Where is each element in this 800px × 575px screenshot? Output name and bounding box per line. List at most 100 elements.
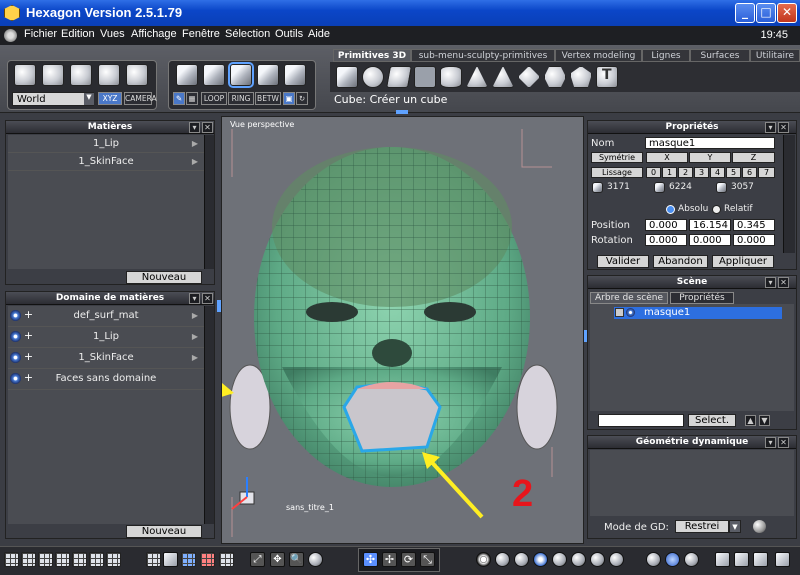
panel-menu-icon[interactable]: ▾ bbox=[765, 437, 776, 448]
list-item[interactable]: + def_surf_mat ▶ bbox=[8, 306, 204, 327]
realtime-render-icon[interactable] bbox=[590, 552, 605, 567]
menu-selection[interactable]: Sélection bbox=[225, 28, 270, 40]
chevron-down-icon[interactable]: ▼ bbox=[729, 520, 741, 533]
plus-icon[interactable]: + bbox=[23, 330, 34, 342]
material-blue-icon[interactable] bbox=[665, 552, 680, 567]
ring-button[interactable]: RING bbox=[228, 92, 254, 105]
object-display-icon[interactable] bbox=[734, 552, 749, 567]
tab-scene-tree[interactable]: Arbre de scène bbox=[590, 292, 668, 304]
arrow-up-icon[interactable]: ▲ bbox=[745, 415, 756, 426]
tab-surfaces[interactable]: Surfaces bbox=[690, 49, 750, 62]
gd-sphere-icon[interactable] bbox=[753, 520, 766, 533]
properties-scrollbar[interactable] bbox=[783, 135, 795, 253]
scale-manipulator-icon[interactable]: ⤡ bbox=[420, 552, 435, 567]
grid-select-icon[interactable]: ▦ bbox=[186, 92, 198, 105]
panel-menu-icon[interactable]: ▾ bbox=[189, 293, 200, 304]
paint-bucket-icon[interactable] bbox=[163, 552, 178, 567]
plus-icon[interactable]: + bbox=[23, 351, 34, 363]
auto-select-icon[interactable] bbox=[284, 64, 306, 86]
list-item[interactable]: +1_SkinFace ▶ bbox=[8, 348, 204, 369]
view-eye-icon[interactable] bbox=[308, 552, 323, 567]
lasso-icon[interactable] bbox=[42, 64, 64, 86]
vertex-select-icon[interactable] bbox=[203, 64, 225, 86]
material-sphere-icon[interactable] bbox=[646, 552, 661, 567]
left-collapse-handle[interactable] bbox=[217, 300, 221, 312]
render-settings-icon[interactable] bbox=[775, 552, 790, 567]
menu-affichage[interactable]: Affichage bbox=[131, 28, 177, 40]
wireframe-shading-icon[interactable] bbox=[476, 552, 491, 567]
layout-quad-icon[interactable] bbox=[89, 552, 104, 567]
3d-viewport[interactable]: Vue perspective sans_titre_1 2 bbox=[221, 116, 584, 544]
smooth-level-2[interactable]: 2 bbox=[678, 167, 693, 178]
position-z-field[interactable]: 0.345 bbox=[733, 219, 775, 231]
relative-radio[interactable] bbox=[712, 205, 721, 214]
smooth-level-7[interactable]: 7 bbox=[758, 167, 775, 178]
layout-single-icon[interactable] bbox=[4, 552, 19, 567]
new-material-button[interactable]: Nouveau bbox=[126, 271, 202, 284]
eye-icon[interactable] bbox=[10, 373, 21, 384]
plus-icon[interactable]: + bbox=[23, 309, 34, 321]
universal-manipulator-icon[interactable]: ✣ bbox=[363, 552, 378, 567]
panel-close-icon[interactable]: ✕ bbox=[778, 437, 789, 448]
face-select-icon[interactable] bbox=[257, 64, 279, 86]
chevron-down-icon[interactable]: ▼ bbox=[84, 93, 94, 105]
smooth-level-3[interactable]: 3 bbox=[694, 167, 709, 178]
apply-button[interactable]: Appliquer bbox=[712, 255, 774, 268]
ghost-icon[interactable] bbox=[126, 64, 148, 86]
menu-outils[interactable]: Outils bbox=[275, 28, 303, 40]
name-field[interactable]: masque1 bbox=[645, 137, 775, 149]
edge-select-icon[interactable] bbox=[228, 62, 254, 88]
sphere-primitive-icon[interactable] bbox=[362, 66, 384, 88]
arrow-down-icon[interactable]: ▼ bbox=[759, 415, 770, 426]
tab-utilitaire[interactable]: Utilitaire bbox=[750, 49, 800, 62]
smoothing-button[interactable]: Lissage bbox=[591, 167, 643, 178]
new-domain-button[interactable]: Nouveau bbox=[126, 525, 202, 538]
minimize-button[interactable]: _ bbox=[735, 3, 755, 23]
top-collapse-handle[interactable] bbox=[396, 110, 408, 114]
text-primitive-icon[interactable]: T bbox=[596, 66, 618, 88]
smooth-level-0[interactable]: 0 bbox=[646, 167, 661, 178]
flat-shading-icon[interactable] bbox=[514, 552, 529, 567]
menu-edition[interactable]: Edition bbox=[61, 28, 95, 40]
loop-button[interactable]: LOOP bbox=[201, 92, 227, 105]
eye-icon[interactable] bbox=[626, 308, 635, 317]
axis-x-button[interactable]: X bbox=[646, 152, 688, 163]
select-button[interactable]: Select. bbox=[688, 414, 736, 427]
panel-close-icon[interactable]: ✕ bbox=[778, 277, 789, 288]
pan-icon[interactable]: ✥ bbox=[270, 552, 285, 567]
plus-icon[interactable]: + bbox=[23, 372, 34, 384]
rotate-manipulator-icon[interactable]: ⟳ bbox=[401, 552, 416, 567]
menu-vues[interactable]: Vues bbox=[100, 28, 125, 40]
tab-scene-properties[interactable]: Propriétés bbox=[670, 292, 734, 304]
refresh-icon[interactable]: ↻ bbox=[296, 92, 308, 105]
xyz-toggle[interactable]: XYZ bbox=[98, 92, 122, 105]
smooth-level-5[interactable]: 5 bbox=[726, 167, 741, 178]
close-button[interactable]: ✕ bbox=[777, 3, 797, 23]
smooth-lines-icon[interactable] bbox=[552, 552, 567, 567]
screen-select-icon[interactable]: ▣ bbox=[283, 92, 295, 105]
materials-scrollbar[interactable] bbox=[204, 135, 214, 269]
camera-view-icon[interactable] bbox=[753, 552, 768, 567]
cylinder-primitive-icon[interactable] bbox=[440, 66, 462, 88]
plane-primitive-icon[interactable] bbox=[386, 66, 412, 88]
display-settings-icon[interactable] bbox=[715, 552, 730, 567]
tab-lignes[interactable]: Lignes bbox=[642, 49, 690, 62]
panel-close-icon[interactable]: ✕ bbox=[202, 122, 213, 133]
position-x-field[interactable]: 0.000 bbox=[645, 219, 687, 231]
absolute-radio[interactable] bbox=[666, 205, 675, 214]
eye-icon[interactable] bbox=[10, 310, 21, 321]
layout-four-icon[interactable] bbox=[72, 552, 87, 567]
checker-icon[interactable] bbox=[146, 552, 161, 567]
validate-button[interactable]: Valider bbox=[597, 255, 649, 268]
between-button[interactable]: BETW bbox=[255, 92, 281, 105]
list-item[interactable]: 1_Lip ▶ bbox=[8, 135, 204, 153]
layout-custom-icon[interactable] bbox=[106, 552, 121, 567]
menu-fichier[interactable]: Fichier bbox=[24, 28, 57, 40]
grid-primitive-icon[interactable] bbox=[414, 66, 436, 88]
zoom-icon[interactable]: 🔍 bbox=[289, 552, 304, 567]
menu-fenetre[interactable]: Fenêtre bbox=[182, 28, 220, 40]
rotation-x-field[interactable]: 0.000 bbox=[645, 234, 687, 246]
grid-toggle-icon[interactable] bbox=[181, 552, 196, 567]
app-menu-icon[interactable] bbox=[4, 29, 17, 42]
paint-select-icon[interactable] bbox=[70, 64, 92, 86]
